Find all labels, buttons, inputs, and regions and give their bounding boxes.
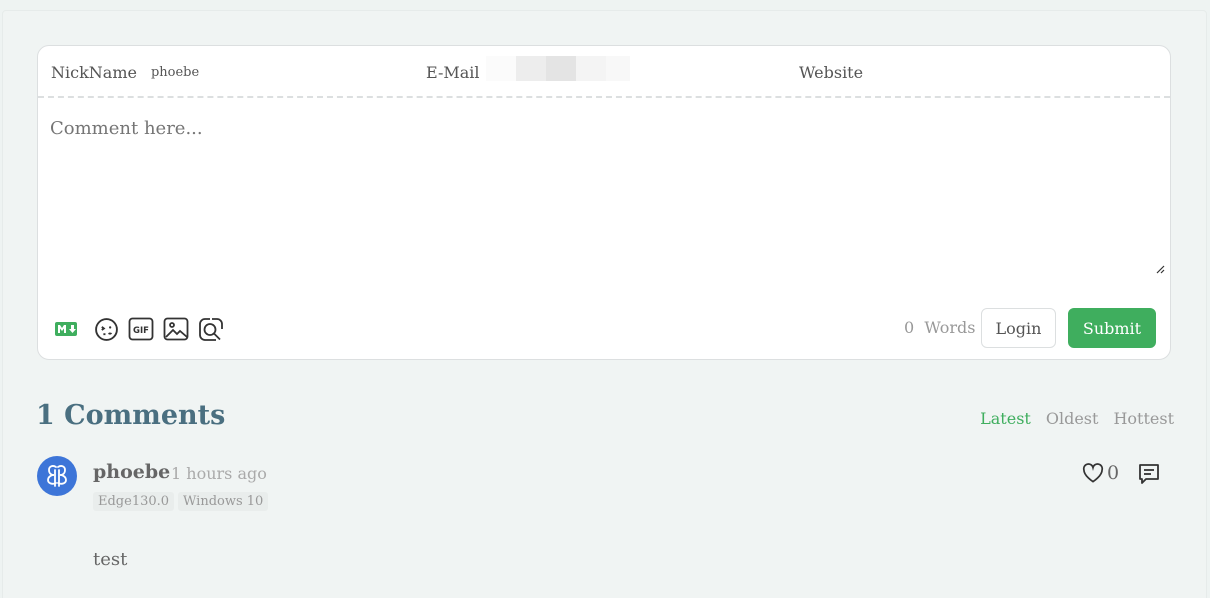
- comment-time: 1 hours ago: [171, 464, 267, 483]
- nickname-label: NickName: [51, 62, 137, 82]
- svg-text:GIF: GIF: [133, 326, 149, 336]
- website-field: Website: [799, 46, 1178, 98]
- like-button[interactable]: 0: [1082, 462, 1119, 484]
- image-icon[interactable]: [163, 316, 189, 342]
- comment-body: test: [93, 549, 128, 570]
- website-label: Website: [799, 62, 864, 82]
- word-count-number: 0: [904, 318, 915, 337]
- heart-icon: [1082, 463, 1104, 483]
- gif-icon[interactable]: GIF: [128, 316, 154, 342]
- reply-icon[interactable]: [1137, 462, 1161, 486]
- comments-count-title: 1 Comments: [36, 400, 226, 431]
- sort-tab-hottest[interactable]: Hottest: [1113, 409, 1174, 428]
- preview-icon[interactable]: [198, 316, 224, 342]
- website-input[interactable]: [877, 58, 1178, 86]
- emoji-icon[interactable]: [93, 316, 119, 342]
- sort-tab-latest[interactable]: Latest: [980, 409, 1031, 428]
- sort-tabs: Latest Oldest Hottest: [980, 409, 1174, 428]
- nickname-input[interactable]: [150, 58, 371, 86]
- comment-author[interactable]: phoebe: [93, 461, 170, 483]
- word-count-unit: Words: [924, 318, 976, 337]
- resize-handle-icon[interactable]: [1155, 264, 1165, 274]
- sort-tab-oldest[interactable]: Oldest: [1046, 409, 1099, 428]
- comment-form: NickName E-Mail Website: [37, 45, 1178, 360]
- nickname-field: NickName: [51, 46, 371, 98]
- comment-badges: Edge130.0 Windows 10: [93, 492, 269, 511]
- avatar[interactable]: [37, 456, 77, 496]
- login-button[interactable]: Login: [981, 308, 1056, 348]
- os-badge: Windows 10: [178, 492, 269, 511]
- email-label: E-Mail: [426, 62, 480, 82]
- browser-badge: Edge130.0: [93, 492, 175, 511]
- submit-button[interactable]: Submit: [1068, 308, 1156, 348]
- email-redacted: [486, 56, 630, 81]
- like-count: 0: [1107, 462, 1120, 484]
- comment-textarea[interactable]: [38, 100, 1170, 322]
- markdown-icon[interactable]: [53, 316, 79, 342]
- word-count: 0 Words: [904, 318, 975, 337]
